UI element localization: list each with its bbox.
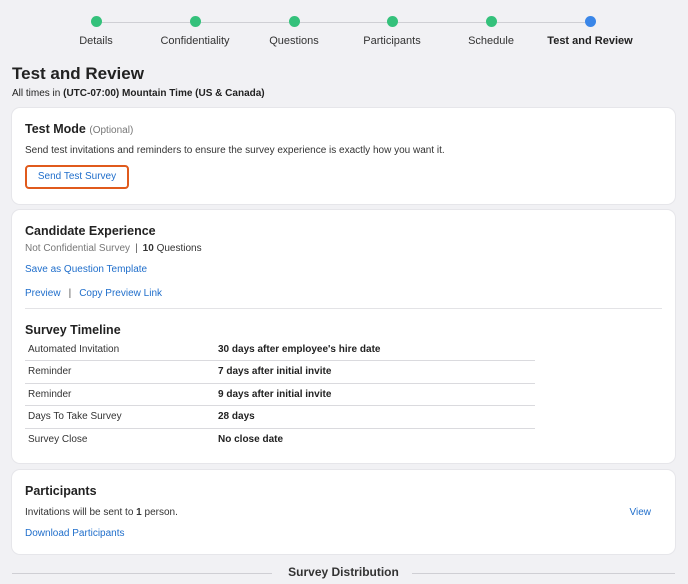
step-complete-dot: [189, 16, 201, 27]
step-current-dot: [584, 16, 596, 27]
candidate-experience-title: Candidate Experience: [25, 224, 156, 238]
invitation-summary: Invitations will be sent to 1 person.: [25, 507, 178, 518]
step-test-and-review[interactable]: Test and Review: [530, 16, 650, 47]
optional-label: (Optional): [89, 125, 134, 136]
step-complete-dot: [90, 16, 102, 27]
timeline-key: Days To Take Survey: [25, 405, 215, 429]
table-row: Survey Close No close date: [25, 428, 535, 451]
preview-links: Preview | Copy Preview Link: [25, 283, 162, 301]
participants-card: Participants Invitations will be sent to…: [12, 470, 675, 554]
timeline-key: Reminder: [25, 383, 215, 406]
test-mode-description: Send test invitations and reminders to e…: [25, 145, 445, 156]
save-as-question-template-link[interactable]: Save as Question Template: [25, 264, 147, 275]
participants-title: Participants: [25, 484, 97, 498]
copy-preview-link[interactable]: Copy Preview Link: [79, 288, 162, 299]
timeline-key: Automated Invitation: [25, 338, 215, 361]
view-participants-link[interactable]: View: [630, 507, 652, 518]
confidentiality-status: Not Confidential Survey: [25, 243, 131, 254]
timeline-value: 9 days after initial invite: [215, 383, 535, 406]
step-complete-dot: [485, 16, 497, 27]
step-complete-dot: [288, 16, 300, 27]
progress-stepper: Details Confidentiality Questions Partic…: [0, 0, 688, 60]
summary-separator: |: [135, 243, 138, 254]
survey-timeline-title: Survey Timeline: [25, 323, 121, 337]
survey-timeline-table: Automated Invitation 30 days after emplo…: [25, 338, 535, 451]
timeline-value: 7 days after initial invite: [215, 360, 535, 384]
timezone-prefix: All times in: [12, 88, 64, 99]
survey-summary: Not Confidential Survey | 10 Questions: [25, 243, 202, 254]
send-test-survey-button[interactable]: Send Test Survey: [25, 165, 129, 189]
timeline-value: 30 days after employee's hire date: [215, 338, 535, 361]
page-title: Test and Review: [12, 64, 144, 83]
candidate-experience-card: Candidate Experience Not Confidential Su…: [12, 210, 675, 463]
timeline-value: No close date: [218, 434, 284, 445]
survey-distribution-header: Survey Distribution: [12, 564, 675, 584]
timezone-value: (UTC-07:00) Mountain Time (US & Canada): [63, 88, 265, 99]
preview-separator: |: [68, 288, 72, 299]
question-count-label: Questions: [153, 243, 202, 254]
survey-distribution-title: Survey Distribution: [288, 565, 399, 579]
section-divider: [25, 308, 662, 309]
timeline-key: Survey Close: [28, 434, 88, 445]
invitation-suffix: person.: [141, 507, 178, 518]
timeline-key: Reminder: [25, 360, 215, 384]
table-row: Days To Take Survey 28 days: [25, 405, 535, 429]
question-count: 10: [142, 243, 154, 254]
timezone-note: All times in (UTC-07:00) Mountain Time (…: [12, 88, 265, 99]
download-participants-link[interactable]: Download Participants: [25, 528, 125, 539]
step-complete-dot: [386, 16, 398, 27]
table-row: Reminder 9 days after initial invite: [25, 383, 535, 406]
step-label: Test and Review: [547, 35, 633, 47]
test-mode-heading: Test Mode: [25, 122, 86, 136]
timeline-value: 28 days: [215, 405, 535, 429]
test-mode-card: Test Mode (Optional) Send test invitatio…: [12, 108, 675, 204]
table-row: Reminder 7 days after initial invite: [25, 360, 535, 384]
invitation-prefix: Invitations will be sent to: [25, 507, 137, 518]
table-row: Automated Invitation 30 days after emplo…: [25, 338, 535, 361]
preview-link[interactable]: Preview: [25, 288, 61, 299]
test-mode-title: Test Mode (Optional): [25, 122, 133, 136]
